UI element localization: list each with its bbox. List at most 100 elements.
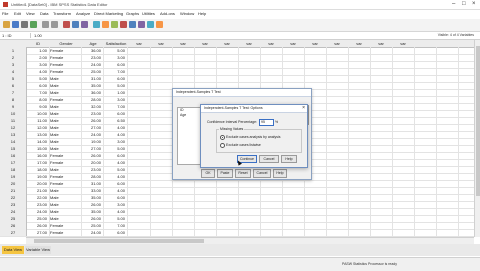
table-cell[interactable]: 4.00 (104, 159, 128, 166)
empty-cell[interactable] (304, 75, 327, 82)
empty-cell[interactable] (150, 61, 173, 68)
table-cell[interactable]: 20.00 (26, 180, 50, 187)
empty-cell[interactable] (238, 229, 261, 236)
table-cell[interactable]: 17.00 (26, 159, 50, 166)
empty-cell[interactable] (370, 222, 393, 229)
table-cell[interactable]: Male (50, 75, 82, 82)
menu-analyze[interactable]: Analyze (76, 11, 90, 16)
empty-cell[interactable] (392, 68, 415, 75)
table-cell[interactable]: 1.00 (104, 89, 128, 96)
empty-cell[interactable] (150, 166, 173, 173)
empty-cell[interactable] (282, 208, 305, 215)
empty-cell[interactable] (392, 54, 415, 61)
empty-cell[interactable] (414, 117, 437, 124)
empty-cell[interactable] (150, 201, 173, 208)
row-number[interactable]: 6 (0, 82, 27, 89)
empty-cell[interactable] (194, 222, 217, 229)
redo-icon[interactable] (51, 21, 58, 28)
empty-cell[interactable] (128, 61, 151, 68)
column-header[interactable]: var (216, 41, 238, 46)
empty-cell[interactable] (128, 201, 151, 208)
table-cell[interactable]: 5.00 (104, 145, 128, 152)
empty-cell[interactable] (216, 229, 239, 236)
empty-cell[interactable] (414, 47, 437, 54)
empty-cell[interactable] (348, 180, 371, 187)
empty-cell[interactable] (128, 187, 151, 194)
empty-cell[interactable] (370, 131, 393, 138)
insert-cases-icon[interactable] (102, 21, 109, 28)
empty-cell[interactable] (128, 173, 151, 180)
empty-cell[interactable] (414, 124, 437, 131)
empty-cell[interactable] (414, 131, 437, 138)
empty-cell[interactable] (326, 75, 349, 82)
empty-cell[interactable] (326, 180, 349, 187)
empty-cell[interactable] (370, 145, 393, 152)
empty-cell[interactable] (216, 61, 239, 68)
empty-cell[interactable] (128, 208, 151, 215)
table-cell[interactable]: Female (50, 47, 82, 54)
empty-cell[interactable] (414, 215, 437, 222)
empty-cell[interactable] (414, 222, 437, 229)
empty-cell[interactable] (326, 96, 349, 103)
empty-cell[interactable] (216, 222, 239, 229)
empty-cell[interactable] (172, 187, 195, 194)
column-header[interactable]: var (260, 41, 282, 46)
table-cell[interactable]: Female (50, 180, 82, 187)
column-header[interactable]: var (348, 41, 370, 46)
empty-cell[interactable] (370, 89, 393, 96)
empty-cell[interactable] (436, 89, 459, 96)
table-cell[interactable]: 6.00 (26, 82, 50, 89)
row-number[interactable]: 16 (0, 152, 27, 159)
empty-cell[interactable] (282, 180, 305, 187)
empty-cell[interactable] (150, 229, 173, 236)
empty-cell[interactable] (128, 82, 151, 89)
table-cell[interactable]: 35.00 (82, 208, 104, 215)
empty-cell[interactable] (150, 187, 173, 194)
empty-cell[interactable] (282, 194, 305, 201)
empty-cell[interactable] (348, 54, 371, 61)
empty-cell[interactable] (150, 145, 173, 152)
empty-cell[interactable] (260, 222, 283, 229)
table-cell[interactable]: 7.00 (104, 222, 128, 229)
table-cell[interactable]: 21.00 (26, 187, 50, 194)
empty-cell[interactable] (326, 61, 349, 68)
empty-cell[interactable] (348, 124, 371, 131)
row-number[interactable]: 13 (0, 131, 27, 138)
table-cell[interactable]: Male (50, 89, 82, 96)
empty-cell[interactable] (370, 47, 393, 54)
table-cell[interactable]: 28.00 (82, 173, 104, 180)
table-cell[interactable]: Male (50, 194, 82, 201)
empty-cell[interactable] (436, 187, 459, 194)
empty-cell[interactable] (436, 201, 459, 208)
empty-cell[interactable] (172, 68, 195, 75)
table-cell[interactable]: Male (50, 103, 82, 110)
empty-cell[interactable] (216, 54, 239, 61)
dialog-recall-icon[interactable] (30, 21, 37, 28)
table-cell[interactable]: Female (50, 173, 82, 180)
table-cell[interactable]: 36.00 (82, 89, 104, 96)
empty-cell[interactable] (370, 208, 393, 215)
paste-button[interactable]: Paste (217, 169, 233, 178)
empty-cell[interactable] (128, 117, 151, 124)
empty-cell[interactable] (172, 180, 195, 187)
row-number[interactable]: 18 (0, 166, 27, 173)
table-cell[interactable]: 35.00 (82, 82, 104, 89)
exclude-analysis-radio[interactable] (220, 135, 225, 140)
empty-cell[interactable] (436, 47, 459, 54)
empty-cell[interactable] (128, 152, 151, 159)
empty-cell[interactable] (326, 145, 349, 152)
column-header[interactable]: var (326, 41, 348, 46)
row-number[interactable]: 20 (0, 180, 27, 187)
split-file-icon[interactable] (120, 21, 127, 28)
empty-cell[interactable] (194, 187, 217, 194)
empty-cell[interactable] (392, 131, 415, 138)
table-cell[interactable]: Female (50, 96, 82, 103)
table-cell[interactable]: 18.00 (26, 166, 50, 173)
empty-cell[interactable] (194, 229, 217, 236)
column-header[interactable]: var (282, 41, 304, 46)
table-cell[interactable]: 23.00 (82, 110, 104, 117)
empty-cell[interactable] (348, 138, 371, 145)
empty-cell[interactable] (348, 145, 371, 152)
table-cell[interactable]: 3.00 (26, 61, 50, 68)
empty-cell[interactable] (260, 208, 283, 215)
